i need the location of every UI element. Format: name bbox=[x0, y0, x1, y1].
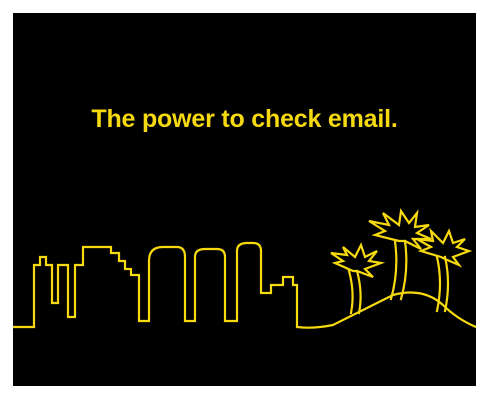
palm-tree-trunk-right bbox=[435, 255, 450, 313]
ad-banner[interactable]: The power to check email. bbox=[13, 13, 476, 386]
palm-tree-fronds-center bbox=[368, 207, 432, 250]
palm-tree-trunk-left bbox=[347, 269, 362, 315]
skyline-illustration bbox=[13, 207, 476, 329]
palm-tree-trunk-center bbox=[389, 239, 408, 301]
palm-tree-fronds-left bbox=[330, 242, 386, 279]
